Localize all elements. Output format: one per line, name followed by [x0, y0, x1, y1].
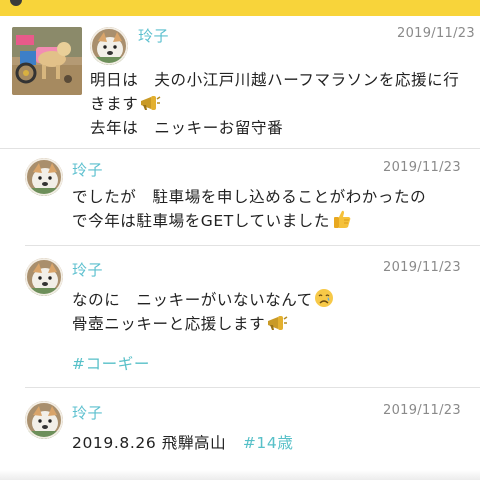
thumbs-up-icon: [331, 209, 353, 236]
text-line: きます: [90, 95, 139, 113]
post-2[interactable]: 玲子 2019/11/23 でしたが 駐車場を申し込めることがわかったの で今年…: [0, 149, 480, 245]
post-1[interactable]: 玲子 2019/11/23 明日は 夫の小江戸川越ハーフマラソンを応援に行 きま…: [0, 16, 480, 148]
megaphone-icon: [266, 314, 288, 339]
post-text: なのに ニッキーがいないなんて 骨壺ニッキーと応援します: [72, 288, 334, 336]
text-line: 去年は ニッキーお留守番: [90, 119, 284, 137]
post-text: 明日は 夫の小江戸川越ハーフマラソンを応援に行 きます 去年は ニッキーお留守番: [90, 68, 459, 140]
hashtag-link[interactable]: #コーギー: [72, 352, 150, 376]
post-3[interactable]: 玲子 2019/11/23 なのに ニッキーがいないなんて 骨壺ニッキーと応援し…: [0, 246, 480, 387]
dog-photo-icon: [12, 27, 82, 95]
author-avatar[interactable]: [25, 158, 63, 196]
crying-face-icon: [314, 288, 334, 315]
author-name[interactable]: 玲子: [138, 25, 169, 46]
bottom-edge: [0, 470, 480, 480]
post-text: 2019.8.26 飛騨高山 #14歳: [72, 431, 293, 455]
text-line: でしたが 駐車場を申し込めることがわかったの: [72, 188, 427, 206]
author-name[interactable]: 玲子: [72, 402, 103, 423]
author-avatar[interactable]: [25, 401, 63, 439]
partial-icon: [10, 0, 22, 6]
post-date: 2019/11/23: [383, 260, 461, 275]
hashtag-link[interactable]: #14歳: [243, 434, 294, 452]
timeline-screen: 玲子 2019/11/23 明日は 夫の小江戸川越ハーフマラソンを応援に行 きま…: [0, 0, 480, 480]
text-line: 明日は 夫の小江戸川越ハーフマラソンを応援に行: [90, 71, 460, 89]
post-4[interactable]: 玲子 2019/11/23 2019.8.26 飛騨高山 #14歳: [0, 388, 480, 480]
author-avatar[interactable]: [90, 27, 128, 65]
post-date: 2019/11/23: [383, 403, 461, 418]
post-text: でしたが 駐車場を申し込めることがわかったの で今年は駐車場をGETしていました: [72, 185, 426, 233]
author-name[interactable]: 玲子: [72, 259, 103, 280]
post-date: 2019/11/23: [397, 26, 475, 41]
dog-photo-thumbnail[interactable]: [12, 27, 82, 95]
author-avatar[interactable]: [25, 258, 63, 296]
text-line: 2019.8.26 飛騨高山: [72, 434, 227, 452]
top-accent-bar: [0, 0, 480, 16]
text-line: で今年は駐車場をGETしていました: [72, 212, 331, 230]
author-name[interactable]: 玲子: [72, 159, 103, 180]
post-date: 2019/11/23: [383, 160, 461, 175]
text-line: なのに ニッキーがいないなんて: [72, 291, 313, 309]
text-line: 骨壺ニッキーと応援します: [72, 315, 266, 333]
